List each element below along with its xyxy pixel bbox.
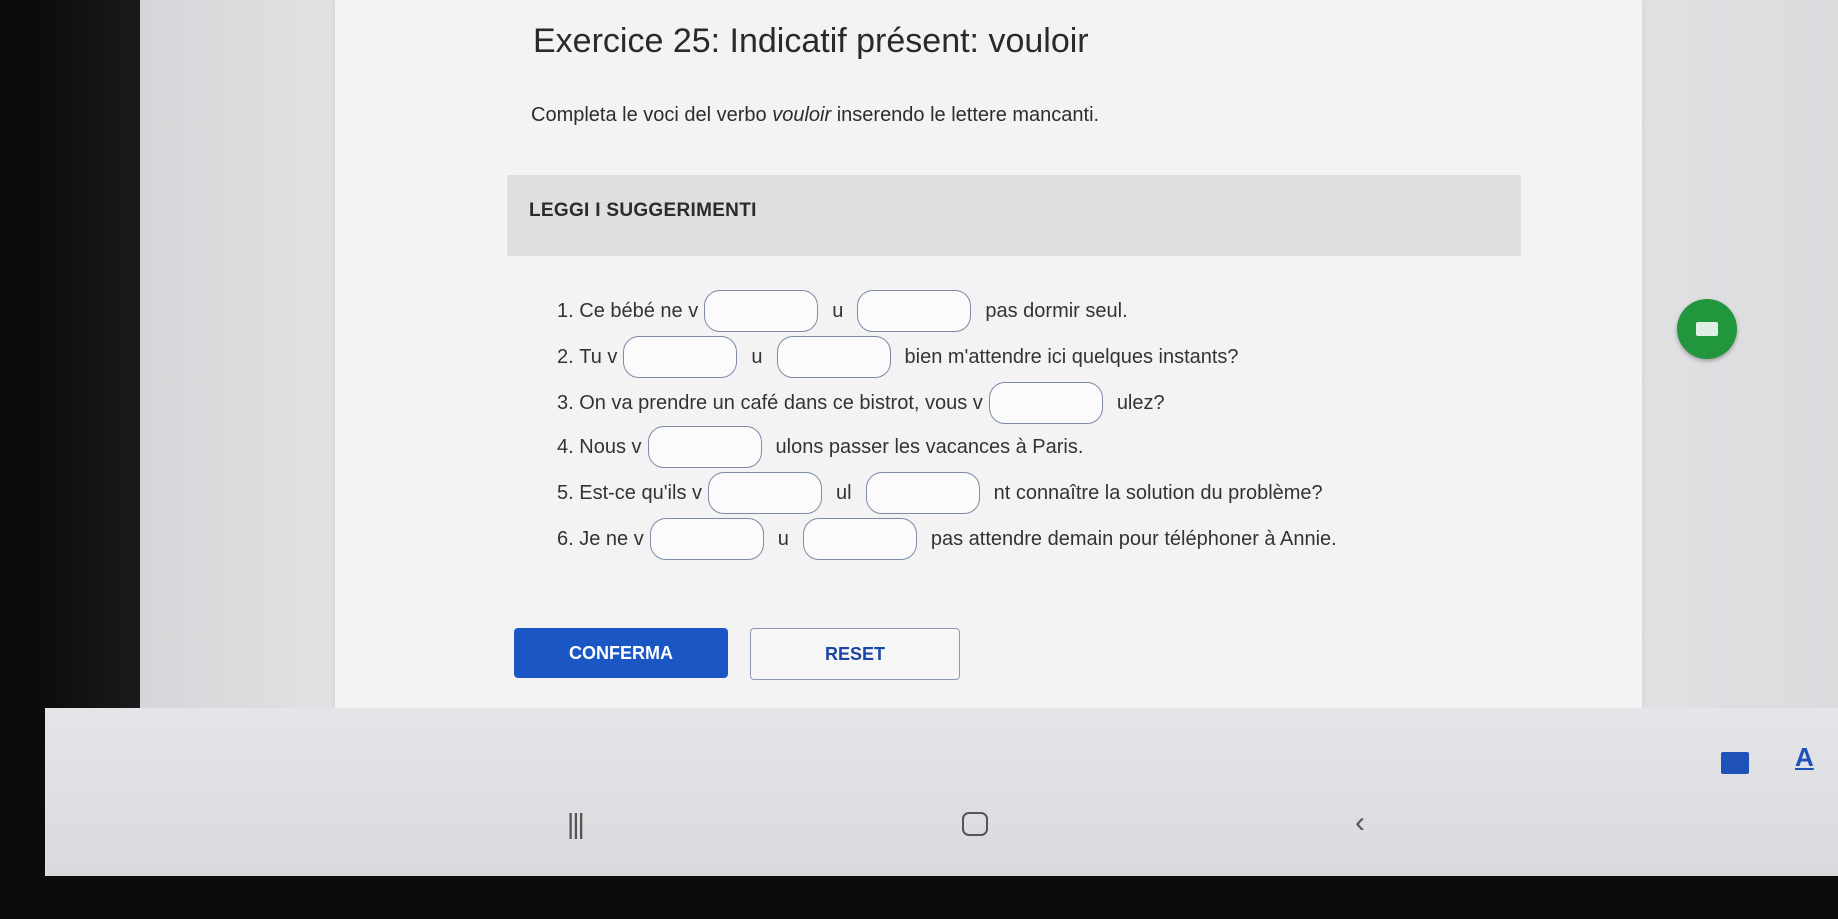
line-text-after: pas attendre demain pour téléphoner à An… <box>930 527 1337 550</box>
android-nav-bar: ||| ‹ <box>45 806 1838 868</box>
line-text-after: pas dormir seul. <box>985 299 1128 322</box>
answer-input[interactable] <box>776 336 891 378</box>
line-number: 6. <box>557 527 574 550</box>
exercise-line-2: 2. Tu v u bien m'attendre ici quelques i… <box>557 336 1247 378</box>
instructions: Completa le voci del verbo vouloir inser… <box>531 104 1099 127</box>
line-text-before: Ce bébé ne v <box>579 299 699 322</box>
answer-input[interactable] <box>802 518 917 560</box>
answer-input[interactable] <box>865 472 980 514</box>
home-icon[interactable] <box>962 812 988 836</box>
instructions-text-after: inserendo le lettere mancanti. <box>831 104 1100 126</box>
answer-input[interactable] <box>647 426 762 468</box>
line-fragment: u <box>751 345 763 368</box>
page-title: Exercice 25: Indicatif présent: vouloir <box>533 22 1089 60</box>
keyboard-icon[interactable] <box>1721 752 1749 774</box>
exercise-line-1: 1. Ce bébé ne v u pas dormir seul. <box>557 290 1136 332</box>
answer-input[interactable] <box>988 382 1103 424</box>
instructions-text-before: Completa le voci del verbo <box>531 104 773 126</box>
exercise-line-6: 6. Je ne v u pas attendre demain pour té… <box>557 518 1345 560</box>
exercise-line-5: 5. Est-ce qu'ils v ul nt connaître la so… <box>557 472 1331 514</box>
line-text-after: bien m'attendre ici quelques instants? <box>904 345 1239 368</box>
line-number: 5. <box>557 481 574 504</box>
recent-apps-icon[interactable]: ||| <box>567 808 585 840</box>
line-text-before: Nous v <box>579 435 642 458</box>
line-fragment: ul <box>836 481 852 504</box>
line-number: 2. <box>557 345 574 368</box>
line-text-before: Est-ce qu'ils v <box>579 481 702 504</box>
answer-input[interactable] <box>857 290 972 332</box>
tablet-screen: Exercice 25: Indicatif présent: vouloir … <box>45 0 1838 876</box>
hints-label: LEGGI I SUGGERIMENTI <box>529 200 757 221</box>
reset-button[interactable]: RESET <box>750 628 960 680</box>
instructions-verb: vouloir <box>772 104 832 126</box>
answer-input[interactable] <box>708 472 822 514</box>
answer-input[interactable] <box>623 336 738 378</box>
answer-input[interactable] <box>704 290 819 332</box>
answer-input[interactable] <box>649 518 764 560</box>
line-fragment: u <box>832 299 844 322</box>
line-text-before: Tu v <box>579 345 618 368</box>
exercise-line-4: 4. Nous v ulons passer les vacances à Pa… <box>557 426 1091 468</box>
line-text-after: nt connaître la solution du problème? <box>993 481 1323 504</box>
line-number: 4. <box>557 435 574 458</box>
line-number: 3. <box>557 391 574 414</box>
line-number: 1. <box>557 299 574 322</box>
line-text-before: Je ne v <box>579 527 644 550</box>
text-size-icon[interactable]: A <box>1795 742 1814 773</box>
exercise-card: Exercice 25: Indicatif présent: vouloir … <box>335 0 1737 708</box>
floating-keyboard-button[interactable] <box>1677 299 1737 359</box>
line-fragment: u <box>777 527 789 550</box>
back-icon[interactable]: ‹ <box>1355 806 1365 840</box>
confirm-button[interactable]: CONFERMA <box>514 628 728 678</box>
line-text-before: On va prendre un café dans ce bistrot, v… <box>579 391 983 414</box>
line-text-after: ulez? <box>1116 391 1165 414</box>
line-text-after: ulons passer les vacances à Paris. <box>775 435 1084 458</box>
keyboard-icon <box>1696 322 1718 336</box>
exercise-line-3: 3. On va prendre un café dans ce bistrot… <box>557 382 1173 424</box>
hints-toggle[interactable]: LEGGI I SUGGERIMENTI <box>507 175 1521 256</box>
